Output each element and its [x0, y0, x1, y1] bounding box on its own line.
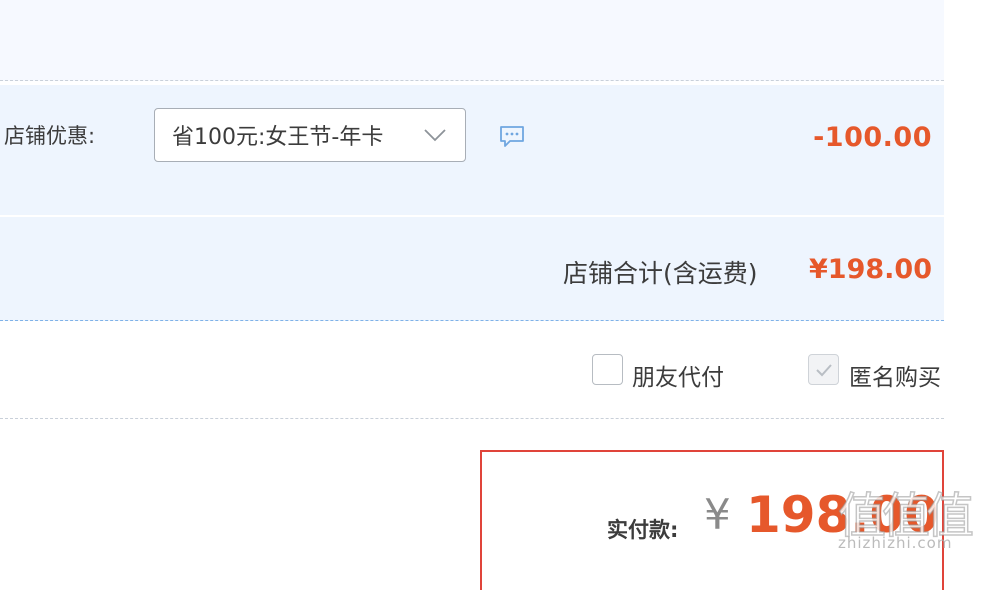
anonymous-purchase-checkbox[interactable] — [808, 354, 839, 385]
shop-promo-select[interactable]: 省100元:女王节-年卡 — [154, 108, 466, 162]
shop-total-label: 店铺合计(含运费) — [563, 259, 758, 288]
shop-promo-row — [0, 85, 944, 215]
payment-options-row — [0, 322, 944, 419]
chat-bubble-icon[interactable] — [498, 124, 526, 154]
anonymous-purchase-label[interactable]: 匿名购买 — [849, 358, 941, 392]
shop-total-row — [0, 217, 944, 321]
checkmark-icon — [816, 364, 832, 377]
shop-promo-discount: -100.00 — [813, 122, 932, 153]
chevron-down-icon — [423, 123, 447, 153]
order-section-top — [0, 0, 944, 81]
friend-pay-label[interactable]: 朋友代付 — [632, 358, 724, 392]
actual-payment-amount: 198.00 — [746, 486, 939, 544]
shop-promo-selected-value: 省100元:女王节-年卡 — [172, 125, 384, 150]
friend-pay-checkbox[interactable] — [592, 354, 623, 385]
shop-total-value: ¥198.00 — [809, 254, 932, 285]
shop-promo-label: 店铺优惠: — [4, 124, 96, 148]
actual-payment-currency: ¥ — [704, 490, 731, 539]
actual-payment-label: 实付款: — [607, 518, 679, 542]
